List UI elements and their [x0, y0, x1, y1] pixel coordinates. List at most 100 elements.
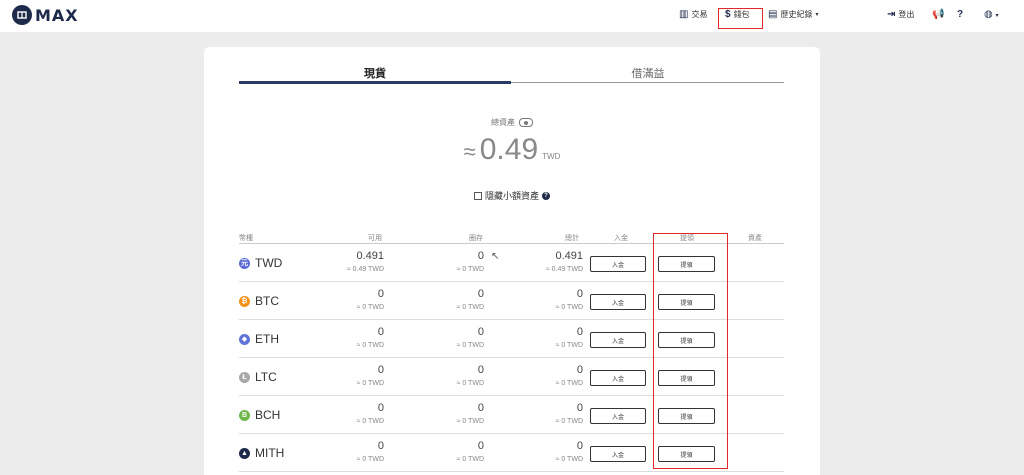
available-value: 0	[377, 326, 384, 338]
locked-twd: ≈ 0 TWD	[456, 304, 484, 311]
header-available: 可用	[368, 235, 382, 242]
nav-history[interactable]: ▤ 歷史紀錄 ▾	[768, 9, 818, 20]
book-icon: ▤	[768, 9, 778, 20]
help-icon[interactable]: ?	[957, 9, 963, 20]
deposit-button[interactable]: 入金	[590, 332, 646, 348]
total-twd: ≈ 0 TWD	[555, 304, 583, 311]
total-unit: TWD	[542, 152, 561, 161]
announcement-icon[interactable]: 📢	[932, 9, 944, 20]
nav-history-label: 歷史紀錄	[780, 10, 813, 19]
total-twd: ≈ 0 TWD	[555, 456, 583, 463]
header-coin: 幣種	[239, 235, 253, 242]
coin-name: BTC	[255, 294, 279, 308]
eye-icon[interactable]	[519, 118, 533, 127]
available-cell: 0 ≈ 0 TWD	[294, 288, 384, 311]
total-cell: 0 ≈ 0 TWD	[493, 364, 583, 387]
total-cell: 0 ≈ 0 TWD	[493, 288, 583, 311]
logo-mark-icon	[12, 5, 32, 25]
locked-cell: 0 ≈ 0 TWD	[394, 250, 484, 273]
locked-value: 0	[477, 326, 484, 338]
wallet-highlight-box	[718, 8, 763, 29]
total-assets-label: 總資產	[491, 118, 515, 127]
available-twd: ≈ 0 TWD	[356, 304, 384, 311]
chevron-down-icon: ▾	[995, 13, 999, 19]
total-twd: ≈ 0 TWD	[555, 342, 583, 349]
available-twd: ≈ 0 TWD	[356, 456, 384, 463]
total-twd: ≈ 0.49 TWD	[545, 266, 583, 273]
deposit-button[interactable]: 入金	[590, 294, 646, 310]
available-cell: 0.491 ≈ 0.49 TWD	[294, 250, 384, 273]
top-navbar: MAX ▥ 交易 $ 錢包 ▤ 歷史紀錄 ▾ ⇥ 登出 📢 ? ◍ ▾	[0, 0, 1024, 32]
locked-cell: 0 ≈ 0 TWD	[394, 402, 484, 425]
mouse-cursor-icon: ↖	[491, 251, 500, 262]
locked-value: 0	[477, 250, 484, 262]
available-value: 0	[377, 364, 384, 376]
header-deposit: 入金	[614, 235, 628, 242]
locked-twd: ≈ 0 TWD	[456, 418, 484, 425]
available-value: 0	[377, 402, 384, 414]
coin-cell: B BCH	[239, 408, 280, 422]
locked-cell: 0 ≈ 0 TWD	[394, 440, 484, 463]
deposit-button[interactable]: 入金	[590, 256, 646, 272]
question-icon[interactable]: ?	[542, 191, 550, 200]
coin-cell: ◆ ETH	[239, 332, 279, 346]
locked-twd: ≈ 0 TWD	[456, 266, 484, 273]
available-cell: 0 ≈ 0 TWD	[294, 364, 384, 387]
nav-trade[interactable]: ▥ 交易	[679, 9, 707, 20]
locked-twd: ≈ 0 TWD	[456, 342, 484, 349]
locked-twd: ≈ 0 TWD	[456, 380, 484, 387]
coin-icon: Ł	[239, 371, 250, 383]
chevron-down-icon: ▾	[815, 12, 819, 18]
available-cell: 0 ≈ 0 TWD	[294, 402, 384, 425]
available-value: 0	[377, 440, 384, 452]
locked-value: 0	[477, 288, 484, 300]
total-twd: ≈ 0 TWD	[555, 418, 583, 425]
coin-name: MITH	[255, 446, 285, 460]
locked-value: 0	[477, 364, 484, 376]
locked-cell: 0 ≈ 0 TWD	[394, 326, 484, 349]
bar-chart-icon: ▥	[679, 9, 689, 20]
total-cell: 0 ≈ 0 TWD	[493, 402, 583, 425]
coin-cell: 元 TWD	[239, 256, 282, 270]
coin-cell: Ł LTC	[239, 370, 277, 384]
total-value: 0	[576, 326, 583, 338]
deposit-button[interactable]: 入金	[590, 408, 646, 424]
locked-value: 0	[477, 440, 484, 452]
coin-name: ETH	[255, 332, 279, 346]
available-twd: ≈ 0 TWD	[356, 418, 384, 425]
total-value: 0	[576, 402, 583, 414]
total-cell: 0 ≈ 0 TWD	[493, 440, 583, 463]
available-cell: 0 ≈ 0 TWD	[294, 440, 384, 463]
total-value: 0	[576, 288, 583, 300]
max-logo[interactable]: MAX	[12, 5, 79, 25]
available-value: 0.491	[356, 250, 384, 262]
coin-cell: ▲ MITH	[239, 446, 284, 460]
deposit-button[interactable]: 入金	[590, 370, 646, 386]
brand-name: MAX	[35, 5, 79, 25]
locked-cell: 0 ≈ 0 TWD	[394, 364, 484, 387]
hide-small-assets-label: 隱藏小額資產	[484, 191, 539, 201]
coin-name: TWD	[255, 256, 283, 270]
nav-logout-label: 登出	[898, 10, 915, 19]
nav-logout[interactable]: ⇥ 登出	[887, 9, 914, 20]
total-cell: 0.491 ≈ 0.49 TWD	[493, 250, 583, 273]
hide-small-assets-toggle[interactable]: 隱藏小額資產 ?	[204, 189, 820, 202]
coin-icon: 元	[239, 257, 250, 269]
total-twd: ≈ 0 TWD	[555, 380, 583, 387]
header-total: 總計	[565, 235, 579, 242]
tab-divider	[511, 82, 784, 83]
total-value: 0	[576, 440, 583, 452]
approx-sign: ≈	[463, 139, 476, 164]
header-assets: 資產	[748, 235, 762, 242]
tab-margin[interactable]: 借滿益	[512, 65, 784, 83]
available-twd: ≈ 0 TWD	[356, 380, 384, 387]
nav-trade-label: 交易	[691, 10, 708, 19]
coin-icon: ◆	[239, 333, 250, 345]
coin-icon: ▲	[239, 447, 250, 459]
total-assets-value: ≈ 0.49 TWD	[204, 133, 820, 167]
coin-icon: ₿	[239, 295, 250, 307]
hide-small-assets-checkbox[interactable]	[473, 191, 482, 200]
total-amount: 0.49	[479, 133, 539, 166]
language-globe-icon[interactable]: ◍ ▾	[984, 9, 999, 20]
deposit-button[interactable]: 入金	[590, 446, 646, 462]
